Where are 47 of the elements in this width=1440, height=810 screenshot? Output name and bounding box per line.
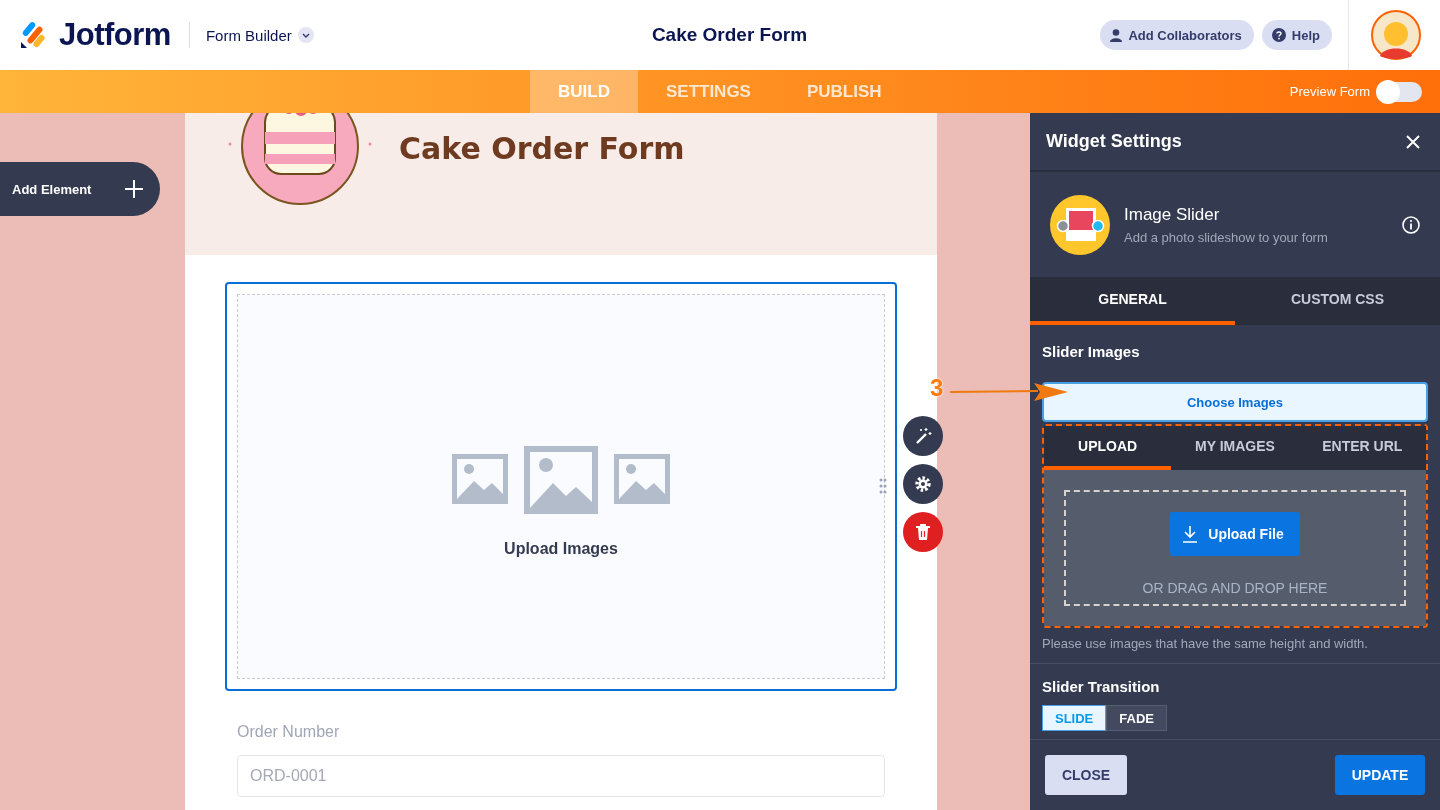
help-icon <box>1271 28 1286 42</box>
image-source-tab[interactable]: ENTER URL <box>1298 426 1426 470</box>
delete-button[interactable] <box>903 512 943 552</box>
upload-file-button[interactable]: Upload File <box>1170 512 1300 556</box>
panel-tab[interactable]: CUSTOM CSS <box>1235 277 1440 325</box>
close-icon[interactable] <box>1406 134 1420 149</box>
image-slider-icon <box>1050 194 1110 255</box>
preview-form-label: Preview Form <box>1289 84 1370 99</box>
trash-icon <box>915 523 931 541</box>
image-source-tab[interactable]: MY IMAGES <box>1171 426 1299 470</box>
drag-handle-icon[interactable] <box>879 478 887 494</box>
settings-icon <box>914 475 932 493</box>
add-element-button[interactable]: Add Element <box>0 162 160 216</box>
widget-description: Add a photo slideshow to your form <box>1124 229 1329 245</box>
form-builder-menu[interactable]: Form Builder <box>205 26 314 44</box>
header-button[interactable]: Help <box>1261 20 1332 50</box>
download-icon <box>1182 525 1199 543</box>
images-icon <box>452 445 670 514</box>
hint-text: Please use images that have the same height and width. <box>1042 636 1369 651</box>
order-number-field[interactable]: ORD-0001 <box>237 755 885 797</box>
section-heading: Slider Transition <box>1042 678 1161 695</box>
preview-toggle[interactable] <box>1378 81 1422 102</box>
chevron-down-icon <box>297 27 314 43</box>
plus-icon <box>124 179 144 199</box>
panel-title: Widget Settings <box>1046 131 1182 152</box>
step-number: 3 <box>930 374 944 402</box>
settings-button[interactable] <box>903 464 943 504</box>
panel-tab[interactable]: GENERAL <box>1030 277 1235 325</box>
form-title: Cake Order Form <box>651 24 808 46</box>
update-button[interactable]: UPDATE <box>1335 755 1425 795</box>
magic-wand-icon <box>914 427 932 445</box>
close-button[interactable]: CLOSE <box>1045 755 1127 795</box>
choose-images-button[interactable]: Choose Images <box>1042 382 1428 422</box>
user-icon <box>1110 28 1123 42</box>
transition-option[interactable]: FADE <box>1106 705 1167 731</box>
header-button[interactable]: Add Collaborators <box>1100 20 1254 50</box>
drag-drop-text: OR DRAG AND DROP HERE <box>1142 580 1328 596</box>
upload-images-label: Upload Images <box>504 539 618 558</box>
form-heading[interactable]: Cake Order Form <box>399 131 685 166</box>
drop-zone[interactable]: Upload File OR DRAG AND DROP HERE <box>1064 490 1406 606</box>
logo-text[interactable]: Jotform <box>59 17 171 53</box>
section-heading: Slider Images <box>1042 343 1141 360</box>
field-label: Order Number <box>237 723 341 741</box>
info-icon[interactable] <box>1402 215 1420 234</box>
magic-wand-button[interactable] <box>903 416 943 456</box>
avatar[interactable] <box>1371 10 1421 60</box>
widget-name: Image Slider <box>1124 204 1221 225</box>
